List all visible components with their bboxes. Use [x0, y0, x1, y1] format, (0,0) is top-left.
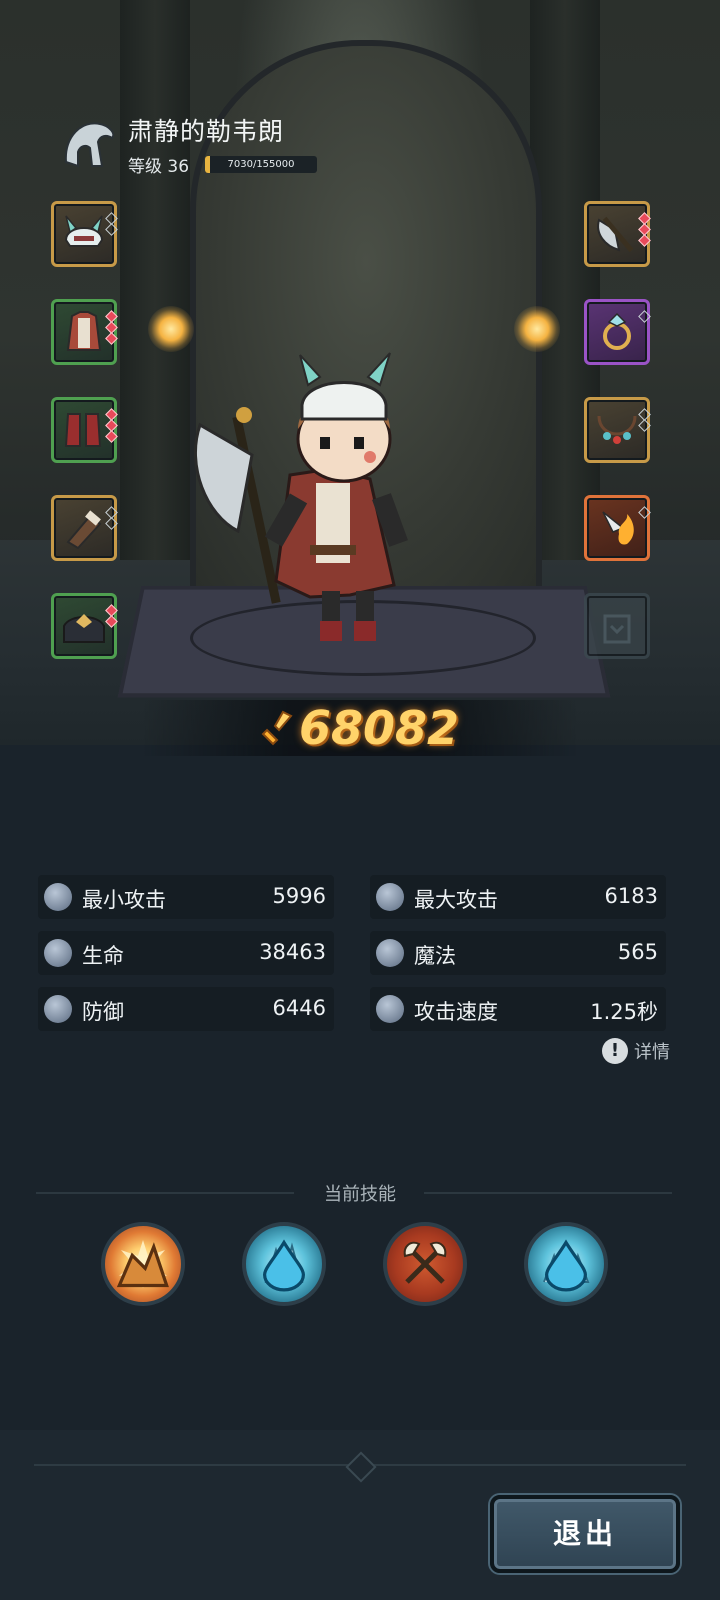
stat-max-attack: 最大攻击 6183 — [370, 875, 666, 919]
empty-slot-icon — [603, 614, 631, 644]
stat-label: 生命 — [82, 944, 124, 968]
details-label: 详情 — [634, 1042, 670, 1063]
equip-slot-boots[interactable] — [51, 397, 118, 463]
exclamation-icon: ! — [602, 1038, 628, 1064]
equip-slot-charm[interactable] — [584, 495, 651, 561]
skill-ice-crystal[interactable] — [242, 1222, 326, 1306]
helmet-icon — [64, 215, 104, 247]
exp-text: 7030/155000 — [227, 159, 295, 170]
boots-icon — [64, 413, 102, 447]
equip-slot-shoulder[interactable] — [51, 593, 118, 659]
stat-value: 565 — [617, 940, 658, 964]
heart-icon — [44, 939, 72, 967]
stat-value: 1.25秒 — [590, 1000, 658, 1024]
stat-value: 6183 — [604, 884, 658, 908]
shoulder-armor-icon — [63, 614, 105, 643]
stat-label: 魔法 — [414, 944, 456, 968]
sword-power-icon — [261, 710, 293, 746]
speed-icon — [376, 995, 404, 1023]
stat-min-attack: 最小攻击 5996 — [38, 875, 334, 919]
equip-slot-locked[interactable] — [584, 593, 650, 659]
earth-element-badge-icon — [116, 1242, 169, 1288]
skills-title: 当前技能 — [324, 1184, 396, 1205]
stat-label: 最小攻击 — [82, 888, 166, 912]
equip-slot-weapon[interactable] — [584, 201, 651, 267]
sword-icon — [44, 883, 72, 911]
equip-slot-gloves[interactable] — [51, 495, 118, 561]
helmet-avatar-icon — [64, 122, 115, 168]
stat-label: 最大攻击 — [414, 888, 498, 912]
skill-ice-spikes[interactable] — [524, 1222, 608, 1306]
equip-slot-helmet[interactable] — [51, 201, 118, 267]
fire-charm-icon — [602, 511, 634, 545]
magic-icon — [376, 939, 404, 967]
stat-label: 防御 — [82, 1000, 124, 1024]
equip-slot-ring[interactable] — [584, 299, 651, 365]
hero-character — [194, 352, 408, 641]
stat-value: 5996 — [272, 884, 326, 908]
stat-value: 6446 — [272, 996, 326, 1020]
shield-icon — [44, 995, 72, 1023]
exp-bar: 7030/155000 — [205, 156, 317, 173]
exit-button[interactable]: 退出 — [490, 1495, 680, 1573]
skill-crossed-axes[interactable] — [383, 1222, 467, 1306]
combat-power-value: 68082 — [298, 701, 460, 755]
player-level: 等级 36 — [128, 157, 190, 177]
details-button[interactable]: ! 详情 — [602, 1037, 670, 1065]
axe-weapon-icon — [597, 216, 634, 253]
armor-icon — [66, 311, 102, 351]
equip-slot-necklace[interactable] — [584, 397, 651, 463]
stat-value: 38463 — [259, 940, 326, 964]
skill-explosion[interactable] — [101, 1222, 185, 1306]
torch-right-icon — [514, 306, 560, 352]
gloves-icon — [66, 510, 102, 550]
combat-power: 68082 — [0, 700, 720, 756]
stat-attack-speed: 攻击速度 1.25秒 — [370, 987, 666, 1031]
water-drop-badge-icon — [544, 1239, 588, 1292]
ring-icon — [603, 312, 631, 350]
necklace-icon — [597, 415, 637, 444]
stat-magic: 魔法 565 — [370, 931, 666, 975]
water-drop-badge-icon — [262, 1239, 306, 1292]
stat-hp: 生命 38463 — [38, 931, 334, 975]
crossed-axes-icon — [403, 1241, 447, 1284]
sword-icon — [376, 883, 404, 911]
character-scene: 肃静的勒韦朗 等级 36 7030/155000 — [0, 0, 720, 745]
stat-defense: 防御 6446 — [38, 987, 334, 1031]
stat-label: 攻击速度 — [414, 1000, 498, 1024]
player-name: 肃静的勒韦朗 — [128, 117, 285, 146]
equip-slot-armor[interactable] — [51, 299, 118, 365]
